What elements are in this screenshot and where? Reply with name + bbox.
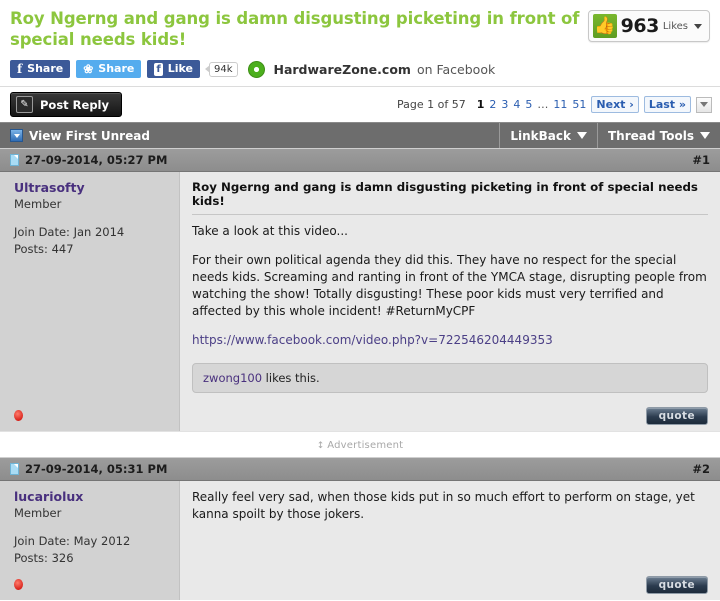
last-page-button[interactable]: Last » (643, 96, 691, 114)
post-header: 27-09-2014, 05:27 PM #1 (0, 149, 720, 173)
pagination-ellipsis: … (537, 98, 549, 112)
post-1: 27-09-2014, 05:27 PM #1 Ultrasofty Membe… (0, 148, 720, 432)
user-info-panel: lucariolux Member Join Date: May 2012 Po… (0, 481, 180, 601)
linkback-label: LinkBack (510, 128, 571, 143)
page-link-5[interactable]: 5 (525, 98, 532, 111)
like-count-bubble: 94k (205, 61, 238, 77)
linkback-menu[interactable]: LinkBack (499, 123, 597, 149)
likes-suffix: likes this. (262, 371, 320, 386)
liker-username-link[interactable]: zwong100 (203, 371, 262, 385)
user-info-panel: Ultrasofty Member Join Date: Jan 2014 Po… (0, 172, 180, 432)
view-first-unread-button[interactable]: View First Unread (0, 123, 499, 148)
user-post-count: Posts: 447 (14, 241, 74, 256)
page-link-2[interactable]: 2 (489, 98, 496, 111)
next-page-button[interactable]: Next › (591, 96, 639, 114)
user-title: Member (14, 197, 62, 212)
thread-action-row: ✎ Post Reply Page 1 of 57 1 2 3 4 5 … 11… (0, 87, 720, 122)
post-paragraph: For their own political agenda they did … (192, 253, 707, 319)
twitter-bird-icon: ❀ (83, 62, 94, 77)
user-post-count: Posts: 326 (14, 551, 74, 566)
page-link-1[interactable]: 1 (477, 98, 485, 111)
post-text: Take a look at this video... For their o… (192, 223, 708, 349)
post-title: Roy Ngerng and gang is damn disgusting p… (192, 180, 708, 216)
page-status: Page 1 of 57 (397, 98, 466, 112)
twitter-share-label: Share (98, 62, 135, 76)
advertisement-label: Advertisement (327, 440, 404, 452)
hardwarezone-logo-icon (247, 60, 265, 78)
quote-button[interactable]: quote (645, 407, 708, 426)
user-title: Member (14, 506, 62, 521)
forum-thread-page: Roy Ngerng and gang is damn disgusting p… (0, 0, 720, 601)
advertisement-strip: ↕ Advertisement (0, 431, 720, 458)
post-document-icon (10, 154, 19, 167)
brand-suffix: on Facebook (416, 61, 496, 77)
likes-widget[interactable]: 👍 963 Likes (587, 10, 710, 42)
post-content: Really feel very sad, when those kids pu… (180, 481, 720, 601)
user-join-date: Join Date: Jan 2014 (14, 225, 125, 240)
view-first-unread-label: View First Unread (29, 128, 150, 143)
chevron-down-icon[interactable] (694, 23, 702, 29)
post-content: Roy Ngerng and gang is damn disgusting p… (180, 172, 720, 432)
offline-status-icon (14, 410, 23, 422)
page-title: Roy Ngerng and gang is damn disgusting p… (10, 9, 580, 50)
resize-arrows-icon: ↕ (316, 441, 325, 452)
triangle-down-icon (10, 129, 23, 143)
thread-tools-bar: View First Unread LinkBack Thread Tools (0, 122, 720, 149)
brand-name[interactable]: HardwareZone.com (274, 62, 411, 77)
thread-header: Roy Ngerng and gang is damn disgusting p… (0, 0, 720, 50)
post-paragraph: Really feel very sad, when those kids pu… (192, 490, 695, 522)
post-likes-box: zwong100 likes this. (192, 363, 708, 394)
page-link-3[interactable]: 3 (501, 98, 508, 111)
post-date: 27-09-2014, 05:31 PM (25, 462, 168, 477)
facebook-like-button[interactable]: f Like (147, 60, 200, 79)
post-text: Really feel very sad, when those kids pu… (192, 489, 708, 523)
post-2: 27-09-2014, 05:31 PM #2 lucariolux Membe… (0, 457, 720, 601)
quote-button[interactable]: quote (645, 576, 708, 595)
post-reply-label: Post Reply (40, 97, 109, 112)
user-join-date: Join Date: May 2012 (14, 534, 131, 549)
post-number[interactable]: #2 (692, 462, 710, 476)
twitter-share-button[interactable]: ❀ Share (76, 60, 142, 79)
facebook-share-label: Share (27, 62, 64, 76)
post-number[interactable]: #1 (692, 153, 710, 167)
page-link-11[interactable]: 11 (553, 98, 567, 111)
thumbs-up-icon: 👍 (592, 14, 617, 38)
thread-tools-label: Thread Tools (608, 128, 694, 143)
social-share-bar: f Share ❀ Share f Like 94k HardwareZone.… (0, 50, 720, 88)
username-link[interactable]: Ultrasofty (14, 180, 169, 195)
facebook-icon: f (154, 62, 163, 76)
offline-status-icon (14, 579, 23, 591)
pagination: Page 1 of 57 1 2 3 4 5 … 11 51 Next › La… (397, 96, 712, 114)
thread-tools-menu[interactable]: Thread Tools (597, 123, 720, 149)
chevron-down-icon (577, 132, 587, 140)
pagination-dropdown-button[interactable] (696, 96, 712, 113)
post-external-link[interactable]: https://www.facebook.com/video.php?v=722… (192, 332, 553, 349)
pencil-icon: ✎ (16, 96, 33, 114)
page-link-51[interactable]: 51 (572, 98, 586, 111)
page-link-4[interactable]: 4 (513, 98, 520, 111)
facebook-share-button[interactable]: f Share (10, 60, 71, 79)
post-reply-button[interactable]: ✎ Post Reply (10, 92, 122, 118)
facebook-icon: f (17, 62, 23, 77)
post-date: 27-09-2014, 05:27 PM (25, 153, 168, 168)
post-document-icon (10, 463, 19, 476)
post-header: 27-09-2014, 05:31 PM #2 (0, 458, 720, 482)
username-link[interactable]: lucariolux (14, 489, 169, 504)
likes-label: Likes (662, 20, 688, 32)
post-paragraph: Take a look at this video... (192, 224, 348, 239)
facebook-like-label: Like (167, 62, 193, 76)
chevron-down-icon (700, 132, 710, 140)
likes-count: 963 (620, 15, 660, 37)
